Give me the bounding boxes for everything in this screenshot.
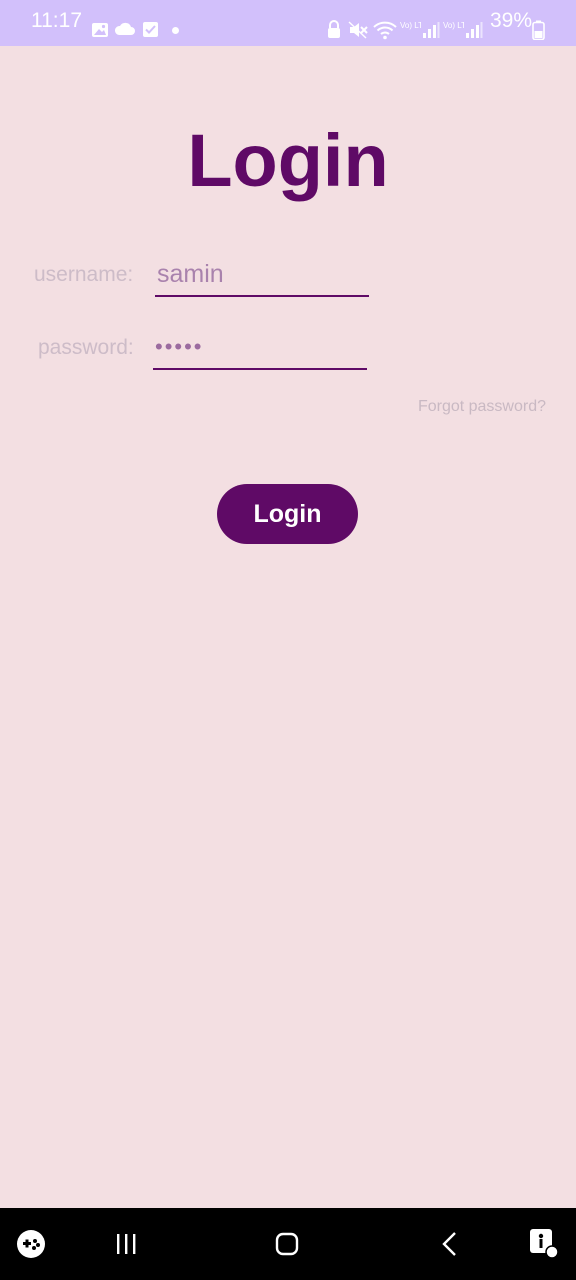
- battery-percent: 39%: [490, 9, 533, 32]
- network-label-lte1: Vo) LTE1: [400, 21, 421, 30]
- home-icon[interactable]: [274, 1231, 300, 1257]
- network-label-lte2: Vo) LTE2: [443, 21, 464, 30]
- password-label: password:: [38, 336, 134, 359]
- wifi-icon: [373, 21, 397, 40]
- gallery-icon: [92, 23, 108, 37]
- username-label: username:: [34, 263, 134, 286]
- status-bar: 11:17 Vo) LTE1 Vo) LTE2: [0, 0, 576, 46]
- game-launcher-icon[interactable]: [16, 1229, 46, 1259]
- navigation-bar: [0, 1208, 576, 1280]
- status-time: 11:17: [31, 9, 82, 32]
- mute-icon: [348, 21, 368, 39]
- recents-icon[interactable]: [113, 1231, 139, 1257]
- battery-icon: [532, 20, 545, 40]
- signal-icon-2: [466, 22, 483, 38]
- checkbox-icon: [143, 22, 158, 37]
- back-icon[interactable]: [438, 1231, 462, 1257]
- accessibility-icon[interactable]: [528, 1227, 560, 1259]
- lock-alarm-icon: [328, 20, 340, 38]
- password-field[interactable]: [153, 326, 367, 370]
- notification-dot: [172, 27, 179, 34]
- svg-text:Vo) LTE2: Vo) LTE2: [443, 21, 464, 30]
- signal-icon: [423, 22, 440, 38]
- forgot-password-link[interactable]: Forgot password?: [380, 396, 546, 418]
- login-button[interactable]: Login: [217, 484, 358, 544]
- cloud-icon: [114, 22, 135, 35]
- svg-text:Vo) LTE1: Vo) LTE1: [400, 21, 421, 30]
- username-field[interactable]: [155, 253, 369, 297]
- page-title: Login: [187, 119, 389, 202]
